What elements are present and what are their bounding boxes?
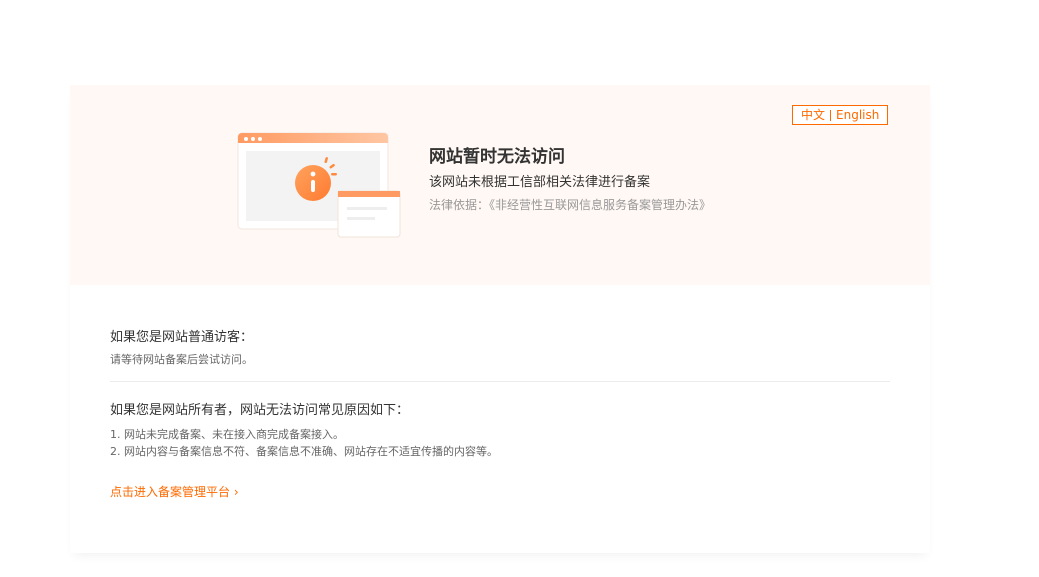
notice-banner: 中文 English 网站暂时无法访问 该网站未根据工信部相关法律进行备案 法律… bbox=[70, 85, 930, 285]
lang-separator bbox=[830, 109, 832, 121]
filing-platform-link[interactable]: 点击进入备案管理平台 › bbox=[110, 483, 239, 500]
notice-message: 网站暂时无法访问 该网站未根据工信部相关法律进行备案 法律依据：《非经营性互联网… bbox=[429, 145, 711, 214]
browser-window-info-illustration bbox=[237, 132, 401, 238]
lang-en-link[interactable]: English bbox=[836, 105, 879, 125]
page-title: 网站暂时无法访问 bbox=[429, 147, 565, 167]
visitor-heading: 如果您是网站普通访客： bbox=[110, 330, 254, 345]
notice-description: 该网站未根据工信部相关法律进行备案 bbox=[429, 175, 651, 190]
lang-zh-link[interactable]: 中文 bbox=[801, 105, 825, 125]
visitor-section: 如果您是网站普通访客： 请等待网站备案后尝试访问。 bbox=[110, 329, 890, 368]
language-switch: 中文 English bbox=[792, 105, 889, 125]
reason-item: 2. 网站内容与备案信息不符、备案信息不准确、网站存在不适宜传播的内容等。 bbox=[110, 445, 498, 458]
section-divider bbox=[110, 381, 890, 382]
notice-card: 中文 English 网站暂时无法访问 该网站未根据工信部相关法律进行备案 法律… bbox=[70, 85, 930, 553]
legal-basis: 法律依据：《非经营性互联网信息服务备案管理办法》 bbox=[429, 198, 712, 212]
reason-item: 1. 网站未完成备案、未在接入商完成备案接入。 bbox=[110, 428, 344, 441]
owner-section: 如果您是网站所有者，网站无法访问常见原因如下： 1. 网站未完成备案、未在接入商… bbox=[110, 402, 890, 500]
visitor-text: 请等待网站备案后尝试访问。 bbox=[110, 353, 253, 366]
guidance-content: 如果您是网站普通访客： 请等待网站备案后尝试访问。 如果您是网站所有者，网站无法… bbox=[110, 329, 890, 500]
owner-heading: 如果您是网站所有者，网站无法访问常见原因如下： bbox=[110, 403, 410, 418]
